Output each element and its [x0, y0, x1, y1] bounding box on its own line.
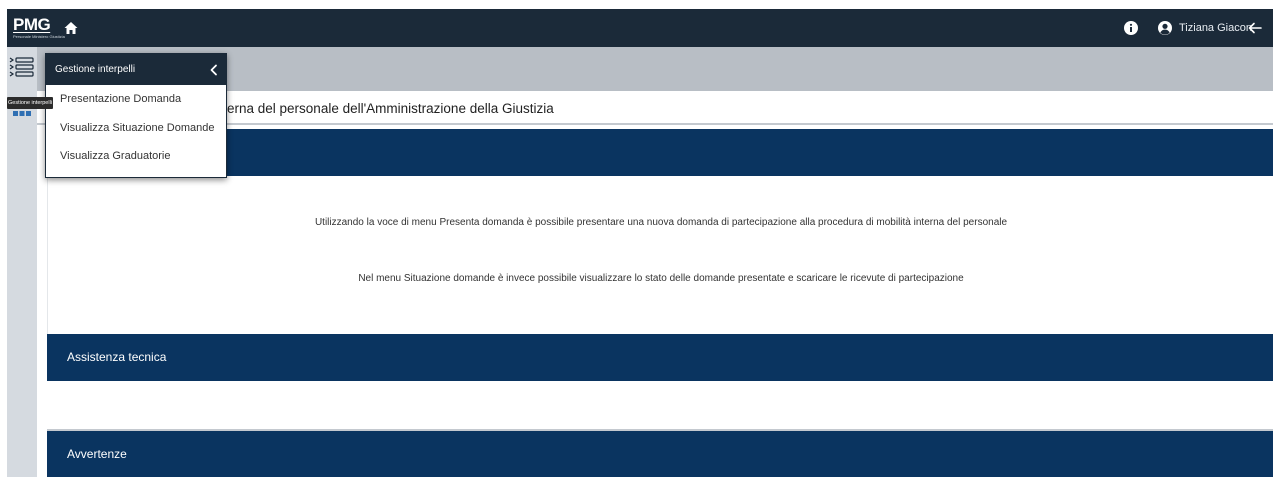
logo-text: PMG [13, 15, 51, 34]
home-icon[interactable] [63, 20, 79, 36]
menu-list-icon[interactable] [9, 55, 35, 79]
mini-sidebar [7, 47, 37, 477]
intro-paragraph-2: Nel menu Situazione domande è invece pos… [358, 273, 964, 284]
section-title-assistance: Assistenza tecnica [67, 350, 167, 364]
logo-subtitle: Personale Ministero Giustizia [13, 34, 65, 39]
section-title-warnings: Avvertenze [67, 447, 127, 461]
app-logo[interactable]: PMG Personale Ministero Giustizia [13, 15, 65, 41]
info-icon[interactable] [1123, 20, 1139, 36]
menu-item-visualizza-graduatorie[interactable]: Visualizza Graduatorie [60, 150, 170, 162]
menu-title: Gestione interpelli [55, 64, 136, 75]
menu-header: Gestione interpelli [46, 54, 226, 85]
section-header-warnings[interactable]: Avvertenze [47, 431, 1273, 477]
page-title: erna del personale dell'Amministrazione … [227, 101, 554, 116]
menu-item-visualizza-situazione[interactable]: Visualizza Situazione Domande [60, 122, 215, 134]
section-header-intro [47, 129, 1273, 176]
user-name[interactable]: Tiziana Giacon [1179, 22, 1252, 34]
chevron-left-icon[interactable] [209, 64, 219, 76]
app-frame: PMG Personale Ministero Giustizia Tizian… [7, 9, 1273, 477]
section-header-assistance[interactable]: Assistenza tecnica [47, 334, 1273, 381]
intro-content: Utilizzando la voce di menu Presenta dom… [47, 176, 1273, 334]
intro-paragraph-1: Utilizzando la voce di menu Presenta dom… [314, 217, 1008, 228]
sidebar-tooltip: Gestione interpelli [7, 97, 53, 109]
arrow-left-icon[interactable] [1247, 20, 1263, 36]
assistance-content [47, 381, 1273, 431]
side-menu-panel: Gestione interpelli Presentazione Domand… [45, 53, 227, 178]
top-navbar: PMG Personale Ministero Giustizia Tizian… [7, 9, 1273, 47]
menu-item-presentazione-domanda[interactable]: Presentazione Domanda [60, 93, 181, 105]
user-circle-icon[interactable] [1157, 20, 1173, 36]
